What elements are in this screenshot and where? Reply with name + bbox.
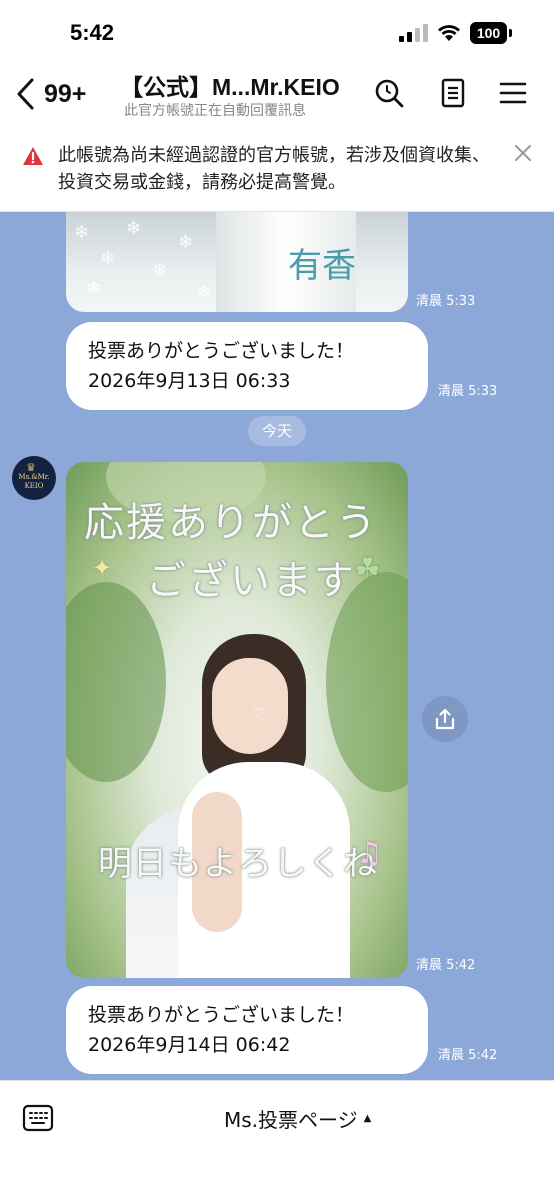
keyboard-icon[interactable] — [22, 1103, 54, 1133]
date-separator: 今天 — [248, 416, 306, 446]
chat-subtitle: 此官方帳號正在自動回覆訊息 — [124, 103, 306, 119]
warning-icon — [23, 147, 43, 165]
status-bar: 5:42 100 — [0, 0, 554, 62]
share-button[interactable] — [422, 696, 468, 742]
photo-caption-line3: 明日もよろしくね — [98, 844, 378, 884]
battery-level: 100 — [470, 22, 507, 44]
chat-title[interactable]: 【公式】M...Mr.KEIO — [120, 68, 340, 102]
battery-icon: 100 — [470, 22, 512, 44]
unverified-account-warning: 此帳號為尚未經過認證的官方帳號，若涉及個資收集、投資交易或金錢，請務必提高警覺。 — [0, 126, 554, 212]
warning-text: 此帳號為尚未經過認證的官方帳號，若涉及個資收集、投資交易或金錢，請務必提高警覺。 — [58, 145, 490, 193]
clover-icon: ☘ — [354, 552, 381, 587]
message-time: 清晨 5:33 — [438, 384, 498, 399]
message-time: 清晨 5:42 — [416, 958, 476, 973]
avatar-logo: Ms.&Mr. KEIO — [18, 473, 50, 490]
heart-icon: ♡ — [252, 706, 265, 722]
share-icon — [435, 708, 455, 730]
message-line: 投票ありがとうございました！ — [88, 340, 355, 362]
photo-caption-line2: ございます — [146, 558, 356, 604]
message-line: 投票ありがとうございました！ — [88, 1004, 355, 1026]
text-message[interactable]: 投票ありがとうございました！ 2026年9月13日 06:33 — [66, 322, 428, 410]
text-message[interactable]: 投票ありがとうございました！ 2026年9月14日 06:42 — [66, 986, 428, 1074]
chat-header: 99+ 【公式】M...Mr.KEIO 此官方帳號正在自動回覆訊息 — [0, 62, 554, 126]
message-line: 2026年9月14日 06:42 — [88, 1034, 291, 1056]
photo-message[interactable]: ♡ 応援ありがとう ✦ ございます ☘ 明日もよろしくね ♫ — [66, 462, 408, 978]
caret-up-icon: ▲ — [363, 1112, 372, 1124]
message-time: 清晨 5:33 — [416, 294, 476, 309]
message-time: 清晨 5:42 — [438, 1048, 498, 1063]
chevron-left-icon — [17, 78, 34, 110]
rich-menu-bar: Ms.投票ページ ▲ — [0, 1080, 554, 1199]
search-icon[interactable] — [372, 76, 406, 110]
photo-message[interactable]: ❄ ❄ ❄ ❄ ❄ ❄ ❄ 有香 — [66, 212, 408, 312]
photo-caption-line1: 応援ありがとう — [84, 500, 378, 546]
rich-menu-label: Ms.投票ページ — [224, 1107, 358, 1132]
wifi-icon — [438, 25, 460, 41]
notes-icon[interactable] — [436, 76, 470, 110]
message-line: 2026年9月13日 06:33 — [88, 370, 291, 392]
menu-icon[interactable] — [496, 76, 530, 110]
unread-count: 99+ — [44, 79, 87, 108]
avatar[interactable]: ♛ Ms.&Mr. KEIO — [12, 456, 56, 500]
sparkle-icon: ✦ — [92, 554, 113, 582]
close-icon[interactable] — [514, 144, 532, 162]
music-note-icon: ♫ — [356, 836, 383, 871]
chat-area[interactable]: ❄ ❄ ❄ ❄ ❄ ❄ ❄ 有香 清晨 5:33 投票ありがとうございました！ … — [0, 212, 554, 1080]
photo-signature: 有香 — [288, 246, 356, 286]
status-time: 5:42 — [70, 20, 115, 45]
back-button[interactable]: 99+ — [14, 74, 86, 114]
cellular-signal-icon — [399, 24, 429, 42]
rich-menu-toggle[interactable]: Ms.投票ページ ▲ — [224, 1103, 371, 1133]
